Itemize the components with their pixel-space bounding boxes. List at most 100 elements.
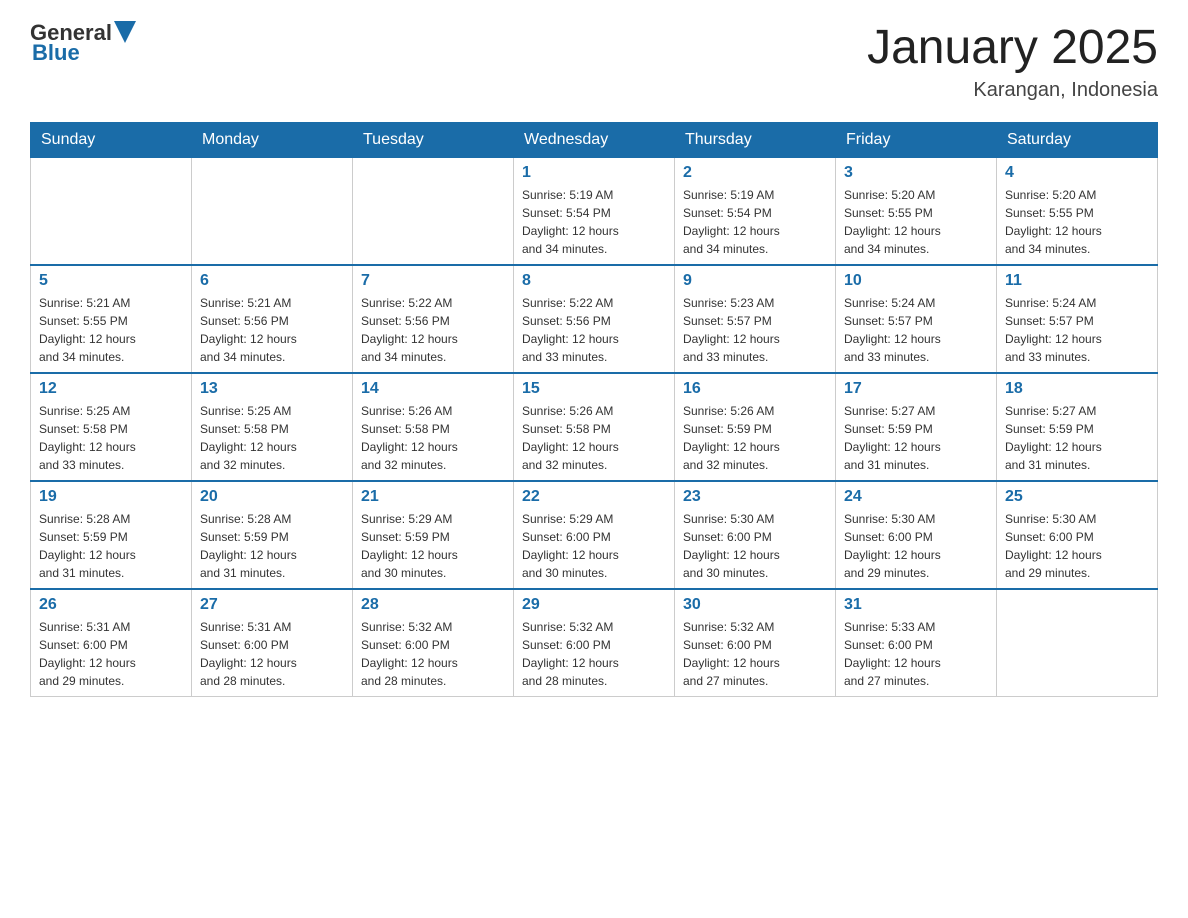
- day-number: 13: [200, 380, 344, 398]
- calendar-cell: 13 Sunrise: 5:25 AMSunset: 5:58 PMDayligh…: [192, 373, 353, 481]
- col-sunday: Sunday: [31, 123, 192, 158]
- col-saturday: Saturday: [997, 123, 1158, 158]
- day-info: Sunrise: 5:26 AMSunset: 5:59 PMDaylight:…: [683, 402, 827, 474]
- calendar-cell: 24Sunrise: 5:30 AMSunset: 6:00 PMDayligh…: [836, 481, 997, 589]
- day-number: 19: [39, 488, 183, 506]
- day-info: Sunrise: 5:28 AMSunset: 5:59 PMDaylight:…: [39, 510, 183, 582]
- calendar-cell: 29 Sunrise: 5:32 AMSunset: 6:00 PMDayligh…: [514, 589, 675, 697]
- day-info: Sunrise: 5:28 AMSunset: 5:59 PMDaylight:…: [200, 510, 344, 582]
- day-number: 6: [200, 272, 344, 290]
- day-number: 2: [683, 164, 827, 182]
- day-number: 7: [361, 272, 505, 290]
- calendar-week-row: 19 Sunrise: 5:28 AMSunset: 5:59 PMDayligh…: [31, 481, 1158, 589]
- day-number: 26: [39, 596, 183, 614]
- day-info: Sunrise: 5:22 AMSunset: 5:56 PMDaylight:…: [361, 294, 505, 366]
- day-number: 30: [683, 596, 827, 614]
- day-info: Sunrise: 5:27 AMSunset: 5:59 PMDaylight:…: [1005, 402, 1149, 474]
- calendar-table: Sunday Monday Tuesday Wednesday Thursday…: [30, 122, 1158, 697]
- day-info: Sunrise: 5:29 AMSunset: 6:00 PMDaylight:…: [522, 510, 666, 582]
- calendar-cell: 9Sunrise: 5:23 AMSunset: 5:57 PMDaylight…: [675, 265, 836, 373]
- day-info: Sunrise: 5:31 AMSunset: 6:00 PMDaylight:…: [39, 618, 183, 690]
- calendar-cell: 27 Sunrise: 5:31 AMSunset: 6:00 PMDayligh…: [192, 589, 353, 697]
- day-info: Sunrise: 5:22 AMSunset: 5:56 PMDaylight:…: [522, 294, 666, 366]
- calendar-cell: 4 Sunrise: 5:20 AMSunset: 5:55 PMDaylight…: [997, 158, 1158, 266]
- calendar-cell: 15Sunrise: 5:26 AMSunset: 5:58 PMDayligh…: [514, 373, 675, 481]
- calendar-cell: 22 Sunrise: 5:29 AMSunset: 6:00 PMDayligh…: [514, 481, 675, 589]
- day-info: Sunrise: 5:20 AMSunset: 5:55 PMDaylight:…: [844, 186, 988, 258]
- calendar-cell: 28 Sunrise: 5:32 AMSunset: 6:00 PMDayligh…: [353, 589, 514, 697]
- calendar-cell: 20Sunrise: 5:28 AMSunset: 5:59 PMDayligh…: [192, 481, 353, 589]
- page-header: General Blue January 2025 Karangan, Indo…: [30, 20, 1158, 102]
- day-info: Sunrise: 5:19 AMSunset: 5:54 PMDaylight:…: [522, 186, 666, 258]
- calendar-cell: 5 Sunrise: 5:21 AMSunset: 5:55 PMDaylight…: [31, 265, 192, 373]
- calendar-cell: 17Sunrise: 5:27 AMSunset: 5:59 PMDayligh…: [836, 373, 997, 481]
- logo: General Blue: [30, 20, 136, 66]
- day-number: 12: [39, 380, 183, 398]
- col-tuesday: Tuesday: [353, 123, 514, 158]
- day-info: Sunrise: 5:32 AMSunset: 6:00 PMDaylight:…: [361, 618, 505, 690]
- day-info: Sunrise: 5:26 AMSunset: 5:58 PMDaylight:…: [522, 402, 666, 474]
- calendar-week-row: 12 Sunrise: 5:25 AMSunset: 5:58 PMDayligh…: [31, 373, 1158, 481]
- calendar-cell: 7 Sunrise: 5:22 AMSunset: 5:56 PMDaylight…: [353, 265, 514, 373]
- day-info: Sunrise: 5:29 AMSunset: 5:59 PMDaylight:…: [361, 510, 505, 582]
- day-number: 23: [683, 488, 827, 506]
- day-info: Sunrise: 5:25 AMSunset: 5:58 PMDaylight:…: [39, 402, 183, 474]
- day-info: Sunrise: 5:26 AMSunset: 5:58 PMDaylight:…: [361, 402, 505, 474]
- calendar-cell: 31 Sunrise: 5:33 AMSunset: 6:00 PMDayligh…: [836, 589, 997, 697]
- day-number: 10: [844, 272, 988, 290]
- day-number: 25: [1005, 488, 1149, 506]
- day-number: 31: [844, 596, 988, 614]
- calendar-week-row: 1 Sunrise: 5:19 AMSunset: 5:54 PMDaylight…: [31, 158, 1158, 266]
- month-title: January 2025: [867, 20, 1158, 75]
- calendar-cell: 3Sunrise: 5:20 AMSunset: 5:55 PMDaylight…: [836, 158, 997, 266]
- col-thursday: Thursday: [675, 123, 836, 158]
- day-info: Sunrise: 5:21 AMSunset: 5:56 PMDaylight:…: [200, 294, 344, 366]
- day-info: Sunrise: 5:19 AMSunset: 5:54 PMDaylight:…: [683, 186, 827, 258]
- day-number: 4: [1005, 164, 1149, 182]
- day-info: Sunrise: 5:21 AMSunset: 5:55 PMDaylight:…: [39, 294, 183, 366]
- day-number: 5: [39, 272, 183, 290]
- col-wednesday: Wednesday: [514, 123, 675, 158]
- calendar-cell: 12 Sunrise: 5:25 AMSunset: 5:58 PMDayligh…: [31, 373, 192, 481]
- calendar-cell: 25Sunrise: 5:30 AMSunset: 6:00 PMDayligh…: [997, 481, 1158, 589]
- day-number: 28: [361, 596, 505, 614]
- day-info: Sunrise: 5:23 AMSunset: 5:57 PMDaylight:…: [683, 294, 827, 366]
- day-info: Sunrise: 5:30 AMSunset: 6:00 PMDaylight:…: [683, 510, 827, 582]
- calendar-cell: 16Sunrise: 5:26 AMSunset: 5:59 PMDayligh…: [675, 373, 836, 481]
- day-info: Sunrise: 5:24 AMSunset: 5:57 PMDaylight:…: [1005, 294, 1149, 366]
- day-number: 27: [200, 596, 344, 614]
- calendar-cell: 1 Sunrise: 5:19 AMSunset: 5:54 PMDaylight…: [514, 158, 675, 266]
- calendar-cell: [353, 158, 514, 266]
- calendar-cell: 10 Sunrise: 5:24 AMSunset: 5:57 PMDayligh…: [836, 265, 997, 373]
- day-info: Sunrise: 5:24 AMSunset: 5:57 PMDaylight:…: [844, 294, 988, 366]
- col-friday: Friday: [836, 123, 997, 158]
- calendar-cell: 18Sunrise: 5:27 AMSunset: 5:59 PMDayligh…: [997, 373, 1158, 481]
- day-info: Sunrise: 5:30 AMSunset: 6:00 PMDaylight:…: [844, 510, 988, 582]
- calendar-week-row: 26 Sunrise: 5:31 AMSunset: 6:00 PMDayligh…: [31, 589, 1158, 697]
- calendar-cell: 30 Sunrise: 5:32 AMSunset: 6:00 PMDayligh…: [675, 589, 836, 697]
- calendar-header-row: Sunday Monday Tuesday Wednesday Thursday…: [31, 123, 1158, 158]
- calendar-cell: 23 Sunrise: 5:30 AMSunset: 6:00 PMDayligh…: [675, 481, 836, 589]
- day-info: Sunrise: 5:31 AMSunset: 6:00 PMDaylight:…: [200, 618, 344, 690]
- calendar-cell: [192, 158, 353, 266]
- calendar-cell: [997, 589, 1158, 697]
- calendar-cell: 19 Sunrise: 5:28 AMSunset: 5:59 PMDayligh…: [31, 481, 192, 589]
- location: Karangan, Indonesia: [867, 79, 1158, 102]
- calendar-cell: 14 Sunrise: 5:26 AMSunset: 5:58 PMDayligh…: [353, 373, 514, 481]
- calendar-cell: [31, 158, 192, 266]
- day-info: Sunrise: 5:27 AMSunset: 5:59 PMDaylight:…: [844, 402, 988, 474]
- title-block: January 2025 Karangan, Indonesia: [867, 20, 1158, 102]
- day-number: 1: [522, 164, 666, 182]
- calendar-cell: 2 Sunrise: 5:19 AMSunset: 5:54 PMDaylight…: [675, 158, 836, 266]
- day-info: Sunrise: 5:32 AMSunset: 6:00 PMDaylight:…: [522, 618, 666, 690]
- day-info: Sunrise: 5:20 AMSunset: 5:55 PMDaylight:…: [1005, 186, 1149, 258]
- logo-blue-text: Blue: [32, 40, 80, 66]
- day-number: 29: [522, 596, 666, 614]
- day-number: 14: [361, 380, 505, 398]
- day-info: Sunrise: 5:33 AMSunset: 6:00 PMDaylight:…: [844, 618, 988, 690]
- logo-triangle-icon: [114, 21, 136, 43]
- day-number: 22: [522, 488, 666, 506]
- col-monday: Monday: [192, 123, 353, 158]
- day-info: Sunrise: 5:32 AMSunset: 6:00 PMDaylight:…: [683, 618, 827, 690]
- day-info: Sunrise: 5:25 AMSunset: 5:58 PMDaylight:…: [200, 402, 344, 474]
